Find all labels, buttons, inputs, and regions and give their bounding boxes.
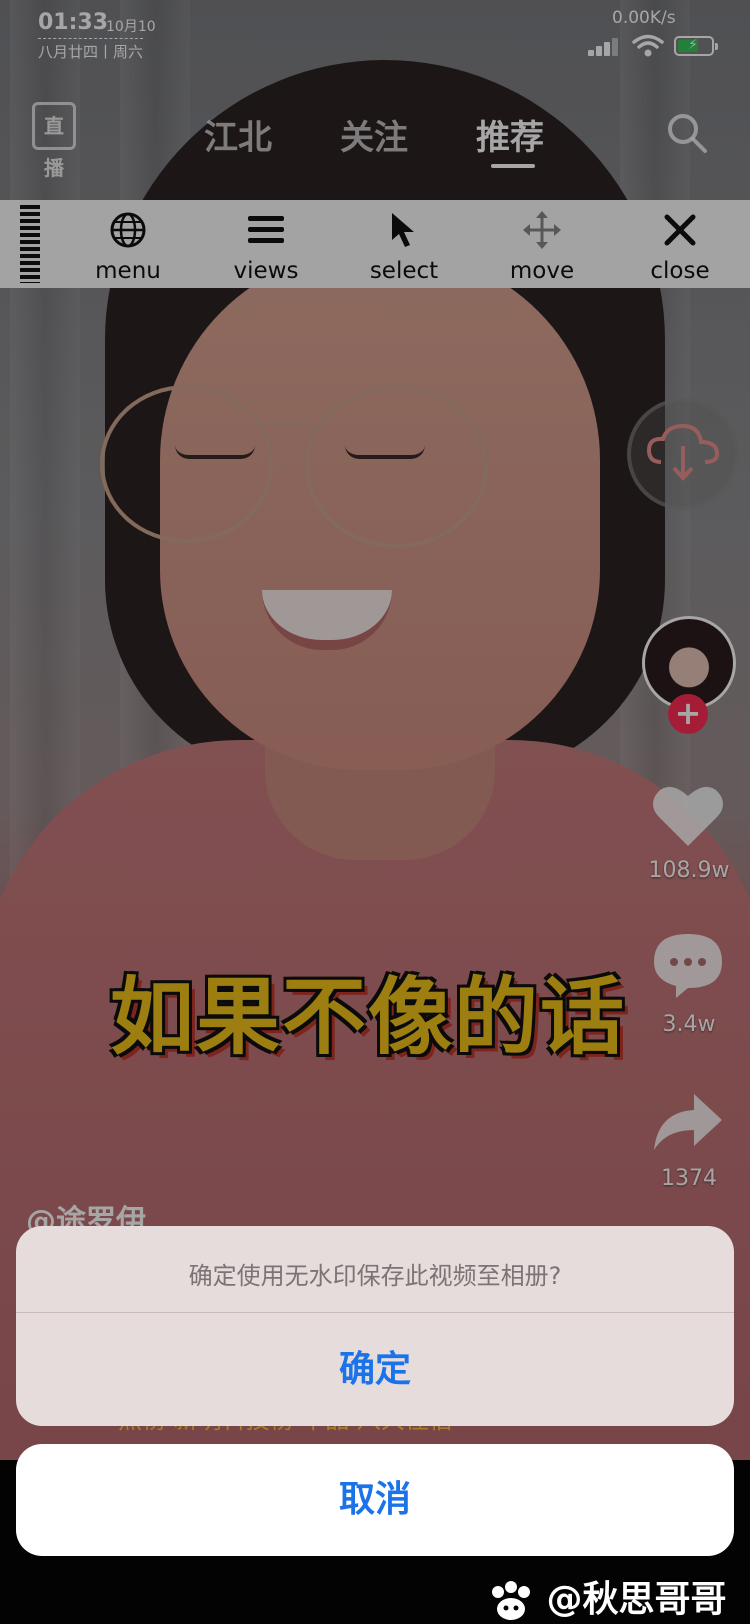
- paw-logo-icon: [492, 1581, 530, 1620]
- watermark: @秋思哥哥: [488, 1570, 727, 1620]
- confirm-button[interactable]: 确定: [16, 1313, 734, 1426]
- save-confirm-dialog: 确定使用无水印保存此视频至相册? 确定: [16, 1226, 734, 1426]
- screen: 如果不像的话 @途罗伊 热榜·新明科技榜·单品·八大住宿 01:33 10月10…: [0, 0, 750, 1624]
- dialog-message: 确定使用无水印保存此视频至相册?: [188, 1262, 562, 1290]
- cancel-button[interactable]: 取消: [16, 1444, 734, 1556]
- watermark-text: @秋思哥哥: [546, 1579, 727, 1620]
